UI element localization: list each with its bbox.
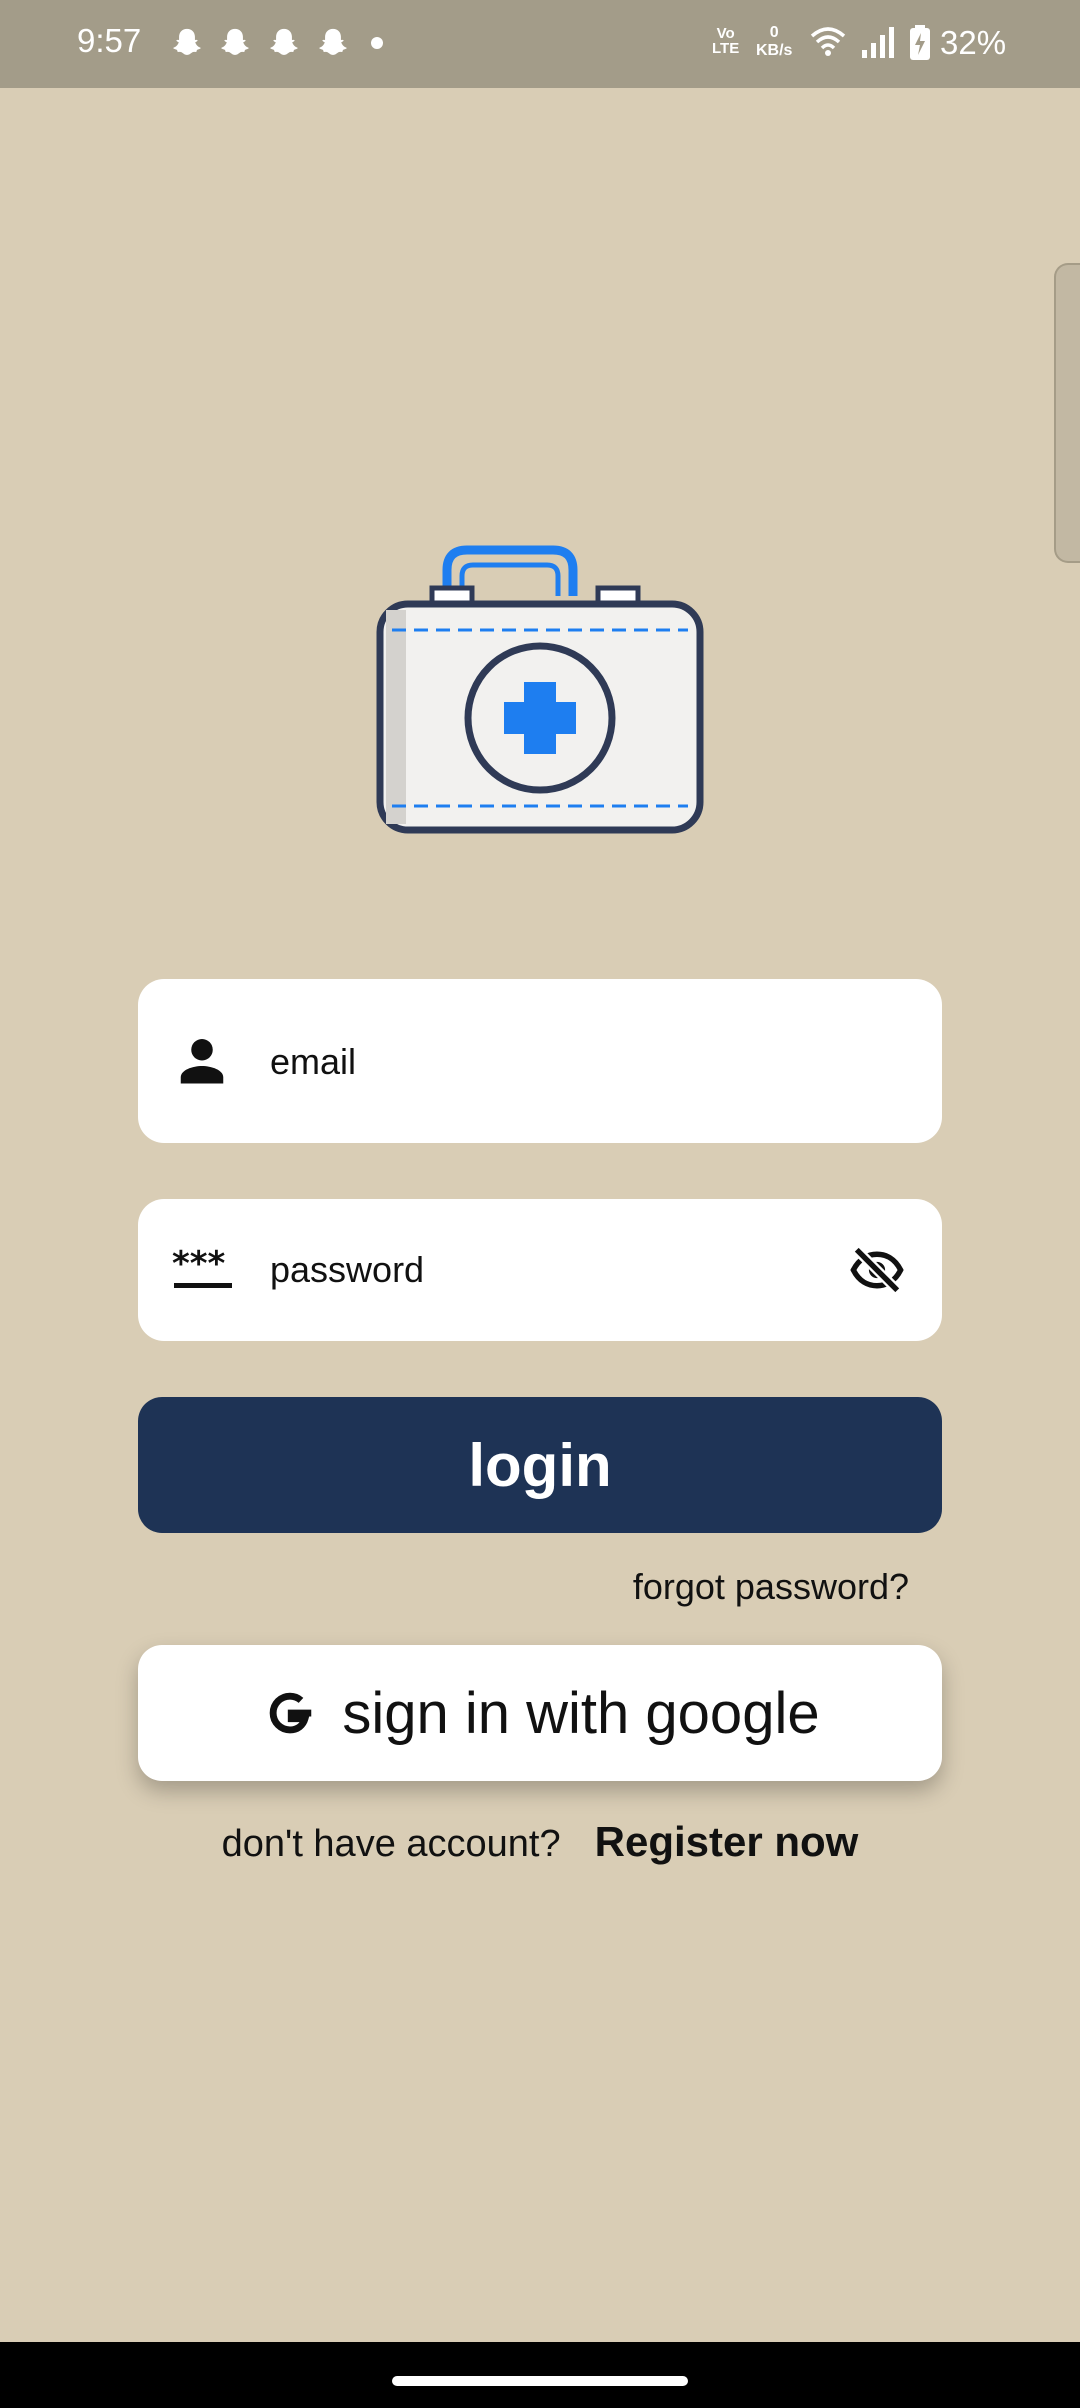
snapchat-icon xyxy=(270,28,298,55)
status-bar: 9:57 Vo LTE 0 KB/s 32% xyxy=(0,0,1080,88)
password-dots-icon: *** xyxy=(172,1249,232,1288)
netspeed-unit: KB/s xyxy=(756,42,793,59)
wifi-icon xyxy=(810,27,846,56)
battery-icon xyxy=(910,25,930,60)
password-field[interactable]: *** password xyxy=(138,1199,942,1341)
snapchat-icon xyxy=(319,28,347,55)
netspeed-value: 0 xyxy=(769,24,779,41)
navigation-bar xyxy=(0,2342,1080,2408)
google-sign-in-button[interactable]: sign in with google xyxy=(138,1645,942,1781)
register-row: don't have account? Register now xyxy=(0,1818,1080,1866)
more-dot-icon xyxy=(371,37,383,49)
volte-indicator: Vo LTE xyxy=(712,25,740,57)
email-field[interactable]: email xyxy=(138,979,942,1143)
email-placeholder: email xyxy=(270,1041,357,1082)
status-time: 9:57 xyxy=(77,22,142,59)
home-indicator[interactable] xyxy=(392,2376,688,2386)
svg-text:***: *** xyxy=(172,1249,226,1284)
first-aid-kit-icon xyxy=(376,545,704,834)
password-placeholder: password xyxy=(270,1249,425,1290)
snapchat-icon xyxy=(173,28,201,55)
snapchat-icon xyxy=(221,28,249,55)
person-icon xyxy=(180,1039,224,1084)
login-button[interactable]: login xyxy=(138,1397,942,1533)
register-now-link[interactable]: Register now xyxy=(595,1818,859,1866)
battery-percentage: 32% xyxy=(940,24,1007,61)
eye-off-icon[interactable] xyxy=(846,1243,908,1297)
google-sign-in-label: sign in with google xyxy=(342,1680,820,1746)
forgot-password-link[interactable]: forgot password? xyxy=(633,1566,909,1608)
google-icon xyxy=(270,1692,312,1734)
signal-icon xyxy=(862,27,894,58)
login-label: login xyxy=(468,1431,612,1499)
network-speed: 0 KB/s xyxy=(756,24,792,60)
scroll-handle[interactable] xyxy=(1054,263,1080,563)
no-account-text: don't have account? xyxy=(221,1823,561,1865)
